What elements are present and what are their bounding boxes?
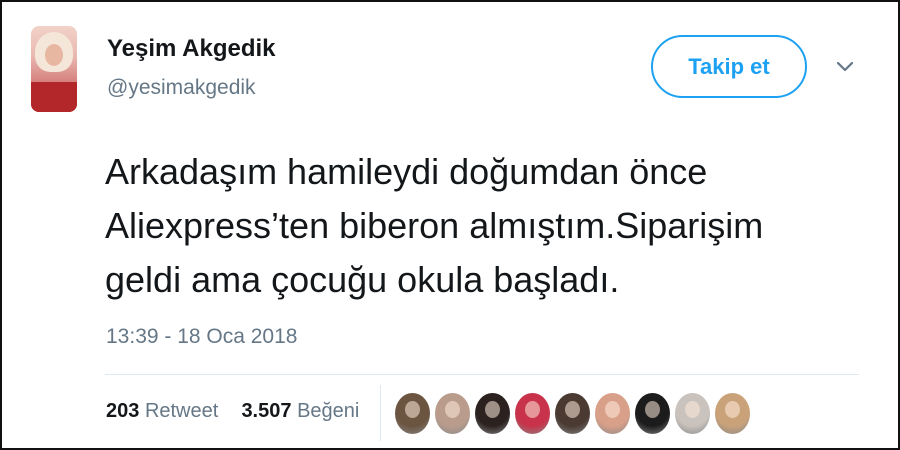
- user-handle[interactable]: @yesimakgedik: [107, 76, 256, 100]
- retweet-label[interactable]: Retweet: [145, 400, 218, 422]
- tweet-text-line: geldi ama çocuğu okula başladı.: [105, 259, 620, 300]
- stats-divider: [105, 374, 859, 375]
- tweet-text-line: Aliexpress’ten biberon almıştım.Siparişi…: [105, 205, 764, 246]
- tweet-card: Yeşim Akgedik @yesimakgedik Takip et Ark…: [0, 0, 900, 450]
- avatar-face-shape: [45, 44, 63, 66]
- like-label[interactable]: Beğeni: [297, 400, 359, 422]
- liker-avatar-1[interactable]: [395, 393, 430, 434]
- user-display-name[interactable]: Yeşim Akgedik: [107, 35, 276, 63]
- liker-avatars: [395, 393, 750, 434]
- stats-separator: [380, 385, 381, 441]
- liker-avatar-2[interactable]: [435, 393, 470, 434]
- tweet-text-line: Arkadaşım hamileydi doğumdan önce: [105, 151, 708, 192]
- profile-avatar[interactable]: [31, 26, 77, 112]
- follow-button[interactable]: Takip et: [651, 35, 807, 98]
- tweet-stats: 203 Retweet 3.507 Beğeni: [106, 400, 359, 423]
- like-count[interactable]: 3.507: [241, 400, 291, 422]
- chevron-down-icon[interactable]: [836, 60, 854, 74]
- liker-avatar-3[interactable]: [475, 393, 510, 434]
- liker-avatar-8[interactable]: [675, 393, 710, 434]
- liker-avatar-6[interactable]: [595, 393, 630, 434]
- tweet-timestamp[interactable]: 13:39 - 18 Oca 2018: [106, 325, 297, 349]
- follow-button-label: Takip et: [688, 53, 770, 79]
- avatar-shirt-shape: [31, 82, 77, 112]
- tweet-text: Arkadaşım hamileydi doğumdan önce Aliexp…: [105, 145, 885, 307]
- liker-avatar-7[interactable]: [635, 393, 670, 434]
- liker-avatar-9[interactable]: [715, 393, 750, 434]
- liker-avatar-4[interactable]: [515, 393, 550, 434]
- retweet-count[interactable]: 203: [106, 400, 139, 422]
- liker-avatar-5[interactable]: [555, 393, 590, 434]
